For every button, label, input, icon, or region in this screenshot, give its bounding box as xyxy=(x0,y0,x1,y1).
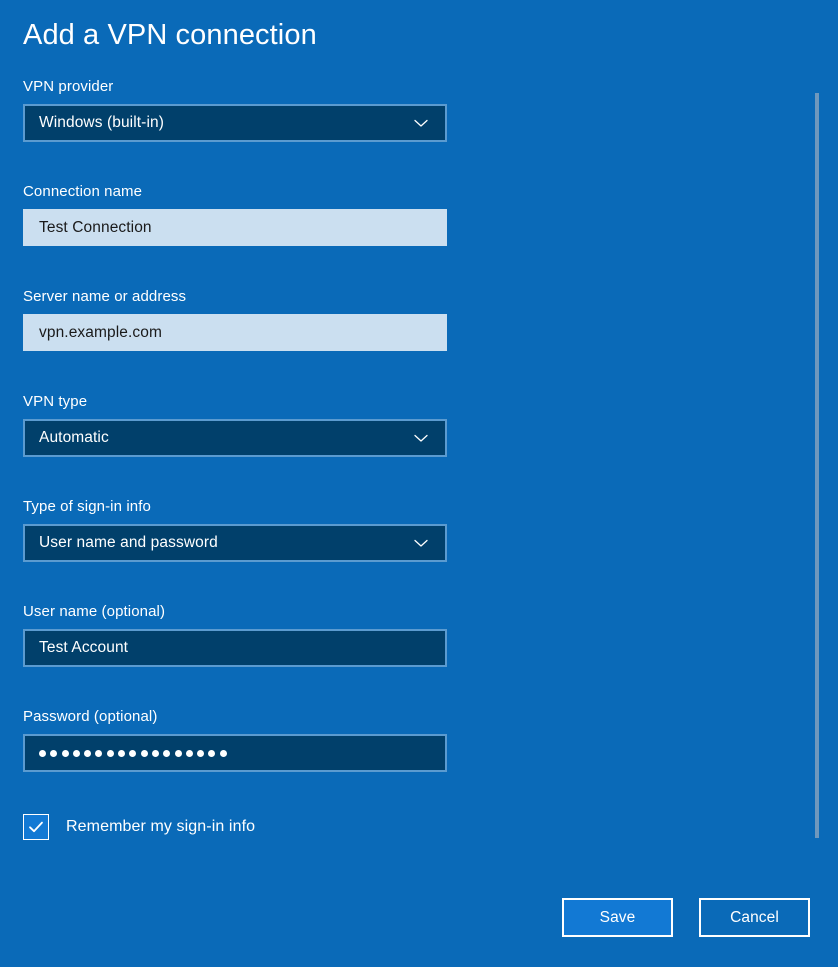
server-name-value: vpn.example.com xyxy=(39,323,162,341)
sign-in-type-label: Type of sign-in info xyxy=(23,498,151,515)
vpn-provider-dropdown[interactable]: Windows (built-in) xyxy=(23,104,447,142)
field-vpn-type: VPN type Automatic xyxy=(23,392,447,457)
password-input[interactable] xyxy=(23,734,447,772)
user-name-value: Test Account xyxy=(39,639,129,656)
vpn-type-value: Automatic xyxy=(39,429,109,446)
vpn-provider-label: VPN provider xyxy=(23,78,114,95)
chevron-down-icon xyxy=(411,533,431,553)
add-vpn-connection-page: Add a VPN connection VPN provider Window… xyxy=(0,0,838,967)
user-name-input[interactable]: Test Account xyxy=(23,629,447,667)
chevron-down-icon xyxy=(411,428,431,448)
vpn-type-dropdown[interactable]: Automatic xyxy=(23,419,447,457)
scrollbar-thumb[interactable] xyxy=(815,93,819,838)
vpn-provider-value: Windows (built-in) xyxy=(39,114,164,131)
connection-name-label: Connection name xyxy=(23,183,143,200)
sign-in-type-dropdown[interactable]: User name and password xyxy=(23,524,447,562)
dialog-button-row: Save Cancel xyxy=(0,898,838,937)
field-password: Password (optional) xyxy=(23,707,447,772)
check-icon xyxy=(29,821,43,833)
connection-name-value: Test Connection xyxy=(39,218,152,236)
vpn-type-label: VPN type xyxy=(23,393,88,410)
remember-sign-in-label: Remember my sign-in info xyxy=(66,818,256,835)
field-server-name: Server name or address vpn.example.com xyxy=(23,287,447,351)
sign-in-type-value: User name and password xyxy=(39,534,218,551)
remember-sign-in-row[interactable]: Remember my sign-in info xyxy=(23,814,255,840)
field-vpn-provider: VPN provider Windows (built-in) xyxy=(23,77,447,142)
connection-name-input[interactable]: Test Connection xyxy=(23,209,447,246)
field-connection-name: Connection name Test Connection xyxy=(23,182,447,246)
user-name-label: User name (optional) xyxy=(23,603,166,620)
cancel-button[interactable]: Cancel xyxy=(699,898,810,937)
password-masked-value xyxy=(39,749,227,757)
password-label: Password (optional) xyxy=(23,708,158,725)
chevron-down-icon xyxy=(411,113,431,133)
save-button[interactable]: Save xyxy=(562,898,673,937)
page-title: Add a VPN connection xyxy=(23,19,317,51)
server-name-input[interactable]: vpn.example.com xyxy=(23,314,447,351)
vertical-scrollbar[interactable] xyxy=(815,88,819,844)
field-user-name: User name (optional) Test Account xyxy=(23,602,447,667)
server-name-label: Server name or address xyxy=(23,288,187,305)
remember-sign-in-checkbox[interactable] xyxy=(23,814,49,840)
field-sign-in-type: Type of sign-in info User name and passw… xyxy=(23,497,447,562)
